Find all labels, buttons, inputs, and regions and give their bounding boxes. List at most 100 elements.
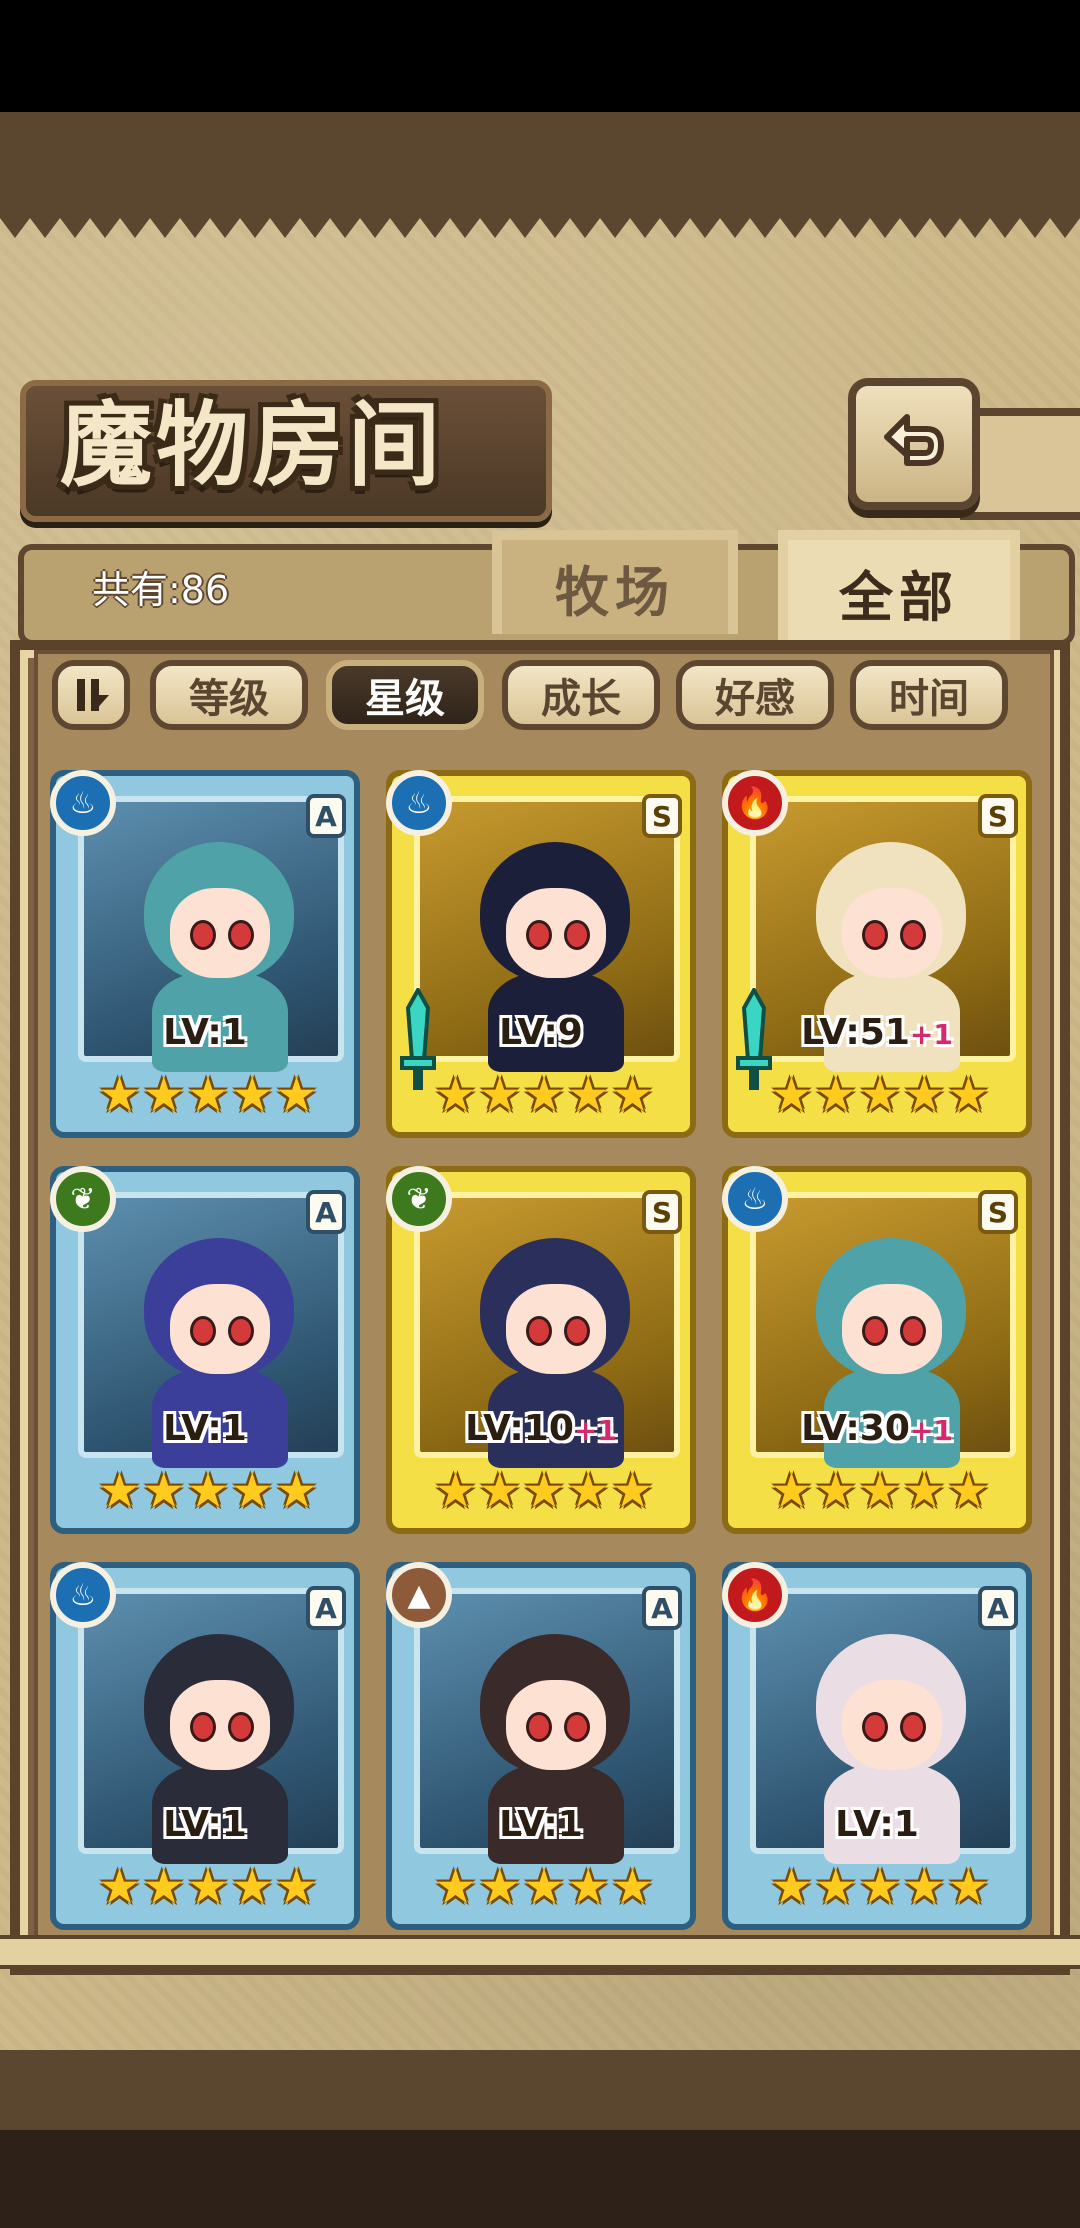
portrait-face xyxy=(170,1680,270,1770)
earth-element-icon: ▲ xyxy=(386,1562,452,1628)
star-icon: ★ xyxy=(770,1859,814,1915)
monster-card[interactable]: 🔥 S LV:51+1 ★ ★ ★ ★ ★ xyxy=(722,770,1032,1138)
star-icon: ★ xyxy=(902,1463,946,1519)
portrait-eye xyxy=(526,920,552,950)
level-text: LV:1 xyxy=(835,1804,919,1845)
rank-badge: A xyxy=(642,1586,682,1630)
portrait-eye xyxy=(526,1712,552,1742)
portrait-face xyxy=(842,1680,942,1770)
monster-card[interactable]: ▲ A LV:1 ★ ★ ★ ★ ★ xyxy=(386,1562,696,1930)
monster-card[interactable]: ❦ A LV:1 ★ ★ ★ ★ ★ xyxy=(50,1166,360,1534)
sort-star-button[interactable]: 星级 xyxy=(326,660,484,730)
monster-level: LV:1 xyxy=(392,1804,690,1845)
star-icon: ★ xyxy=(770,1067,814,1123)
star-icon: ★ xyxy=(946,1067,990,1123)
sort-order-icon xyxy=(77,679,109,711)
star-icon: ★ xyxy=(434,1859,478,1915)
star-icon: ★ xyxy=(478,1859,522,1915)
star-icon: ★ xyxy=(230,1463,274,1519)
water-element-icon: ♨ xyxy=(50,1562,116,1628)
level-bonus: +1 xyxy=(573,1414,617,1447)
portrait-face xyxy=(842,888,942,978)
portrait-eye xyxy=(862,1712,888,1742)
star-icon: ★ xyxy=(770,1463,814,1519)
star-rating: ★ ★ ★ ★ ★ xyxy=(770,1858,990,1916)
portrait-face xyxy=(506,1680,606,1770)
star-rating: ★ ★ ★ ★ ★ xyxy=(434,1462,654,1520)
monster-card[interactable]: ♨ A LV:1 ★ ★ ★ ★ ★ xyxy=(50,1562,360,1930)
star-rating: ★ ★ ★ ★ ★ xyxy=(770,1462,990,1520)
monster-card[interactable]: ♨ A LV:1 ★ ★ ★ ★ ★ xyxy=(50,770,360,1138)
star-icon: ★ xyxy=(610,1067,654,1123)
star-icon: ★ xyxy=(186,1067,230,1123)
sort-order-toggle[interactable] xyxy=(52,660,130,730)
sort-affection-button[interactable]: 好感 xyxy=(676,660,834,730)
portrait-eye xyxy=(228,920,254,950)
star-rating: ★ ★ ★ ★ ★ xyxy=(98,1462,318,1520)
star-icon: ★ xyxy=(566,1859,610,1915)
portrait-eye xyxy=(228,1316,254,1346)
star-rating: ★ ★ ★ ★ ★ xyxy=(434,1066,654,1124)
star-icon: ★ xyxy=(142,1463,186,1519)
monster-card[interactable]: ♨ S LV:9 ★ ★ ★ ★ ★ xyxy=(386,770,696,1138)
level-text: LV:1 xyxy=(499,1804,583,1845)
fire-element-icon: 🔥 xyxy=(722,770,788,836)
star-icon: ★ xyxy=(814,1067,858,1123)
level-text: LV:30 xyxy=(801,1408,910,1449)
water-element-icon: ♨ xyxy=(386,770,452,836)
portrait-eye xyxy=(862,920,888,950)
star-icon: ★ xyxy=(98,1067,142,1123)
monster-card[interactable]: ❦ S LV:10+1 ★ ★ ★ ★ ★ xyxy=(386,1166,696,1534)
portrait-face xyxy=(506,888,606,978)
monster-level: LV:1 xyxy=(728,1804,1026,1845)
bottom-strip xyxy=(0,2130,1080,2228)
tab-all[interactable]: 全部 xyxy=(778,530,1020,645)
portrait-eye xyxy=(900,1712,926,1742)
star-icon: ★ xyxy=(98,1859,142,1915)
star-icon: ★ xyxy=(478,1067,522,1123)
sort-growth-button[interactable]: 成长 xyxy=(502,660,660,730)
star-icon: ★ xyxy=(566,1067,610,1123)
level-text: LV:1 xyxy=(163,1804,247,1845)
tab-ranch[interactable]: 牧场 xyxy=(492,530,738,634)
rank-badge: A xyxy=(978,1586,1018,1630)
monster-level: LV:10+1 xyxy=(392,1408,690,1449)
level-text: LV:9 xyxy=(499,1012,583,1053)
sort-level-button[interactable]: 等级 xyxy=(150,660,308,730)
monster-count: 共有:86 xyxy=(92,568,230,612)
rank-badge: S xyxy=(642,794,682,838)
level-text: LV:10 xyxy=(465,1408,574,1449)
grass-element-icon: ❦ xyxy=(50,1166,116,1232)
star-icon: ★ xyxy=(186,1859,230,1915)
level-bonus: +1 xyxy=(909,1018,953,1051)
star-icon: ★ xyxy=(610,1463,654,1519)
star-icon: ★ xyxy=(566,1463,610,1519)
level-text: LV:1 xyxy=(163,1012,247,1053)
star-icon: ★ xyxy=(610,1859,654,1915)
rank-badge: S xyxy=(978,794,1018,838)
star-icon: ★ xyxy=(274,1067,318,1123)
back-button[interactable] xyxy=(848,378,980,510)
portrait-eye xyxy=(190,920,216,950)
monster-card[interactable]: 🔥 A LV:1 ★ ★ ★ ★ ★ xyxy=(722,1562,1032,1930)
grass-element-icon: ❦ xyxy=(386,1166,452,1232)
star-icon: ★ xyxy=(98,1463,142,1519)
star-icon: ★ xyxy=(858,1067,902,1123)
top-border-band xyxy=(0,112,1080,208)
rank-badge: A xyxy=(306,1190,346,1234)
portrait-eye xyxy=(526,1316,552,1346)
monster-card[interactable]: ♨ S LV:30+1 ★ ★ ★ ★ ★ xyxy=(722,1166,1032,1534)
monster-level: LV:51+1 xyxy=(728,1012,1026,1053)
portrait-eye xyxy=(862,1316,888,1346)
monster-level: LV:1 xyxy=(56,1012,354,1053)
level-text: LV:51 xyxy=(801,1012,910,1053)
portrait-eye xyxy=(900,1316,926,1346)
star-icon: ★ xyxy=(814,1859,858,1915)
portrait-face xyxy=(170,888,270,978)
portrait-eye xyxy=(900,920,926,950)
sort-time-button[interactable]: 时间 xyxy=(850,660,1008,730)
star-icon: ★ xyxy=(230,1067,274,1123)
back-arrow-icon xyxy=(884,414,944,466)
monster-level: LV:1 xyxy=(56,1408,354,1449)
star-icon: ★ xyxy=(858,1463,902,1519)
